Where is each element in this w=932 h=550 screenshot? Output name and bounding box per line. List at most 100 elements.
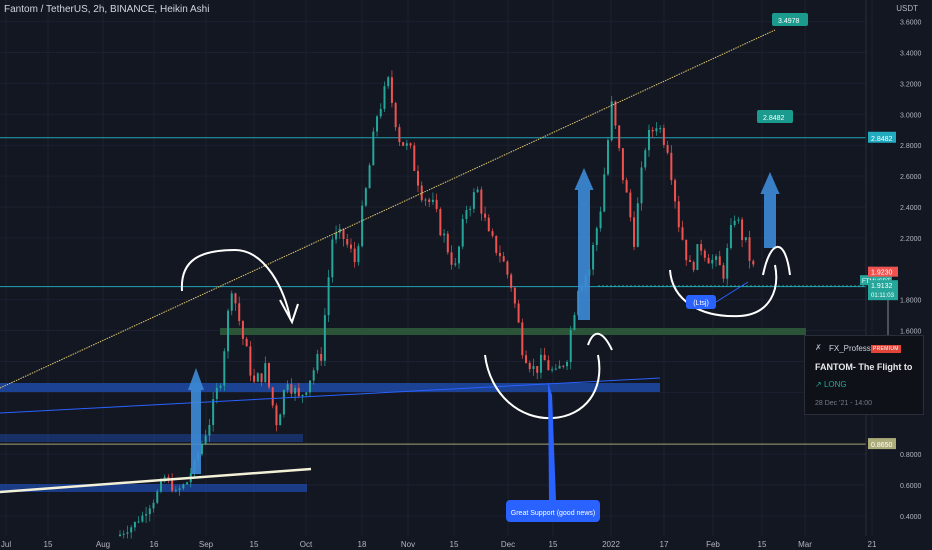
candle-body: [379, 108, 382, 117]
candle-body: [688, 260, 691, 262]
candle-body: [260, 373, 263, 383]
candle-body: [316, 353, 319, 371]
price-tag-value: 1.9132: [871, 283, 893, 290]
candle-body: [238, 303, 241, 322]
y-tick-label: 2.6000: [900, 174, 922, 181]
candle-body: [595, 228, 598, 245]
candle-body: [703, 250, 706, 258]
candle-body: [472, 192, 475, 209]
support-callout-label: Great Support (good news): [511, 510, 595, 517]
candle-body: [297, 387, 300, 397]
candle-body: [599, 211, 602, 229]
candle-body: [271, 387, 274, 406]
candle-body: [685, 239, 688, 261]
candle-body: [491, 231, 494, 236]
candle-body: [346, 238, 349, 245]
candle-body: [547, 360, 550, 371]
candle-body: [443, 233, 446, 236]
candle-body: [681, 227, 684, 240]
candle-body: [450, 252, 453, 265]
candle-body: [290, 384, 293, 394]
small-callout-label: (Ltsj): [693, 300, 709, 307]
candle-body: [409, 143, 412, 146]
candle-body: [476, 189, 479, 193]
candle-body: [405, 143, 408, 146]
candle-body: [372, 131, 375, 166]
candle-body: [606, 140, 609, 175]
chart-title: Fantom / TetherUS, 2h, BINANCE, Heikin A…: [4, 4, 210, 15]
candle-body: [398, 127, 401, 143]
candle-body: [208, 424, 211, 436]
candle-body: [487, 217, 490, 232]
candle-body: [666, 145, 669, 153]
candle-body: [435, 199, 438, 210]
x-tick-label: 16: [150, 540, 159, 549]
candle-body: [215, 387, 218, 400]
candle-body: [692, 261, 695, 270]
candle-body: [480, 189, 483, 214]
x-tick-label: Dec: [501, 540, 515, 549]
candle-body: [282, 390, 285, 415]
candle-body: [659, 128, 662, 130]
candle-body: [551, 369, 554, 371]
x-tick-label: 15: [758, 540, 767, 549]
candle-body: [234, 293, 237, 304]
candle-body: [376, 116, 379, 132]
y-tick-label: 2.8000: [900, 143, 922, 150]
high-tag-label: 1.9230: [871, 270, 893, 277]
idea-date: 28 Dec '21 - 14:00: [815, 400, 872, 407]
candle-body: [186, 482, 189, 485]
candle-body: [733, 220, 736, 226]
y-tick-label: 2.4000: [900, 205, 922, 212]
candle-body: [457, 246, 460, 264]
cup-hook: [587, 332, 613, 351]
candle-body: [230, 293, 233, 311]
candle-body: [711, 259, 714, 264]
y-tick-label: 1.8000: [900, 298, 922, 305]
x-tick-label: 15: [250, 540, 259, 549]
grid: [0, 0, 873, 536]
x-tick-label: Nov: [401, 540, 415, 549]
candle-body: [342, 228, 345, 239]
candle-body: [241, 321, 244, 339]
candle-body: [651, 129, 654, 132]
candle-body: [417, 170, 420, 186]
candle-body: [264, 363, 267, 383]
candle-body: [133, 521, 136, 528]
candle-body: [178, 488, 181, 490]
candle-body: [603, 174, 606, 212]
candle-body: [431, 199, 434, 202]
candle-body: [383, 86, 386, 109]
y-tick-label: 3.4000: [900, 51, 922, 58]
price-label: 0.8650: [871, 442, 893, 449]
candle-body: [312, 370, 315, 381]
candle-body: [569, 329, 572, 362]
candle-body: [148, 508, 151, 515]
price-chart[interactable]: 3.4978 2.8482 Great Support (good news) (Lt…: [0, 0, 932, 550]
y-tick-label: 2.2000: [900, 236, 922, 243]
x-tick-label: 2022: [602, 540, 620, 549]
candle-body: [353, 248, 356, 263]
y-tick-label: 0.6000: [900, 483, 922, 490]
candle-body: [517, 303, 520, 323]
x-tick-label: 17: [660, 540, 669, 549]
candle-body: [152, 502, 155, 509]
candle-body: [696, 244, 699, 270]
idea-card[interactable]: ✗ FX_Professor PREMIUM FANTOM- The Fligh…: [804, 335, 924, 415]
candle-body: [647, 129, 650, 151]
candle-body: [558, 365, 561, 369]
candle-body: [308, 380, 311, 393]
idea-title[interactable]: FANTOM- The Flight to: [815, 362, 921, 372]
candle-body: [137, 521, 140, 523]
candle-body: [331, 239, 334, 278]
candle-body: [145, 514, 148, 516]
candle-body: [729, 225, 732, 249]
idea-side-label: LONG: [823, 380, 847, 389]
candle-body: [633, 217, 636, 247]
candle-body: [357, 246, 360, 263]
candle-body: [726, 248, 729, 279]
candle-body: [521, 322, 524, 356]
x-tick-label: 15: [549, 540, 558, 549]
price-label: 2.8482: [871, 136, 893, 143]
candle-body: [566, 361, 569, 367]
